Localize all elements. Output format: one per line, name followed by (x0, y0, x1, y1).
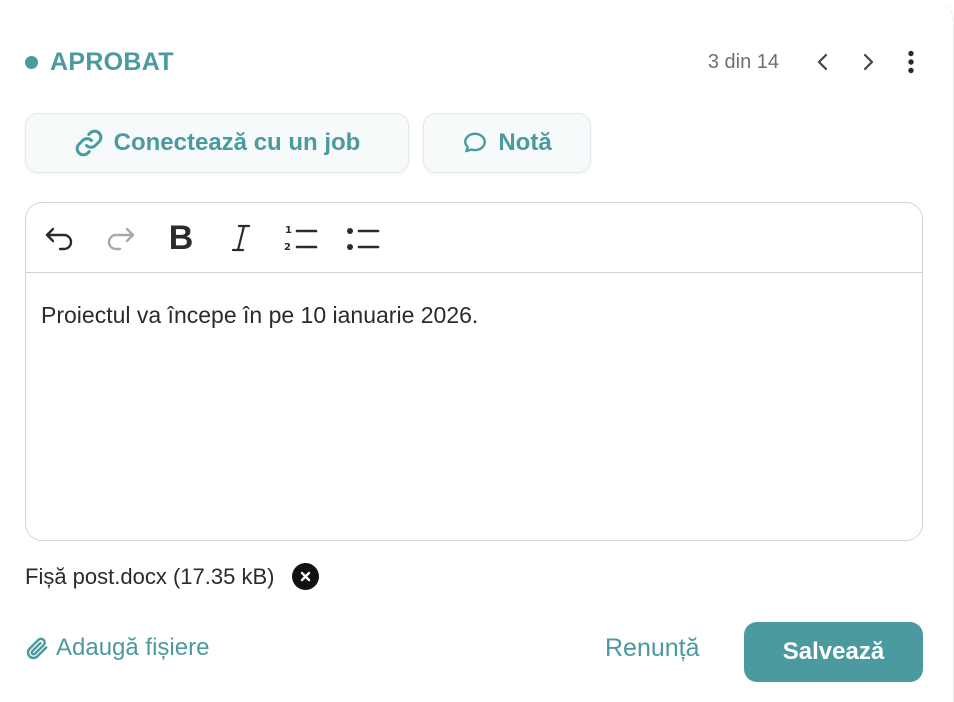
note-label: Notă (498, 129, 552, 156)
link-icon (75, 129, 102, 157)
rich-text-editor: B 12 Proiectul va începe în pe 10 ianuar… (25, 202, 923, 541)
connect-job-label: Conectează cu un job (113, 129, 361, 156)
chevron-right-icon (863, 53, 874, 71)
svg-text:1: 1 (285, 225, 292, 236)
italic-icon (231, 224, 251, 252)
note-button[interactable]: Notă (423, 113, 591, 173)
redo-button[interactable] (102, 220, 138, 256)
note-editor-card: APROBAT 3 din 14 Conectează cu un job No… (0, 0, 954, 702)
prev-button[interactable] (805, 44, 841, 80)
bullet-list-icon (347, 228, 380, 250)
ordered-list-icon: 12 (284, 225, 318, 253)
save-label: Salvează (782, 638, 885, 665)
remove-attachment-button[interactable] (292, 563, 320, 590)
undo-icon (45, 227, 73, 251)
bullet-list-button[interactable] (345, 220, 381, 256)
undo-button[interactable] (42, 220, 78, 256)
pager: 3 din 14 (708, 44, 923, 80)
status-label: APROBAT (50, 48, 174, 76)
chevron-left-icon (817, 53, 828, 71)
add-files-label: Adaugă fișiere (56, 634, 210, 661)
next-button[interactable] (850, 44, 886, 80)
more-vertical-icon (908, 50, 914, 74)
more-options-button[interactable] (899, 44, 923, 80)
status-indicator: APROBAT (25, 48, 174, 77)
editor-toolbar: B 12 (26, 203, 922, 273)
page-counter: 3 din 14 (707, 50, 779, 73)
cancel-button[interactable]: Renunță (605, 634, 700, 663)
attachment-file-name: Fișă post.docx (17.35 kB) (25, 563, 275, 589)
redo-icon (107, 227, 135, 251)
speech-bubble-icon (464, 132, 487, 153)
paperclip-icon (26, 637, 48, 660)
ordered-list-button[interactable]: 12 (283, 220, 319, 256)
status-dot (25, 56, 38, 69)
add-files-button[interactable]: Adaugă fișiere (24, 634, 209, 662)
italic-button[interactable] (223, 220, 259, 256)
bold-icon: B (168, 218, 194, 257)
connect-job-button[interactable]: Conectează cu un job (25, 113, 409, 173)
save-button[interactable]: Salvează (744, 622, 923, 682)
close-icon (301, 571, 311, 582)
svg-text:2: 2 (284, 242, 291, 253)
attachment-item: Fișă post.docx (17.35 kB) (25, 563, 320, 590)
editor-content[interactable]: Proiectul va începe în pe 10 ianuarie 20… (26, 273, 922, 357)
bold-button[interactable]: B (163, 218, 199, 257)
